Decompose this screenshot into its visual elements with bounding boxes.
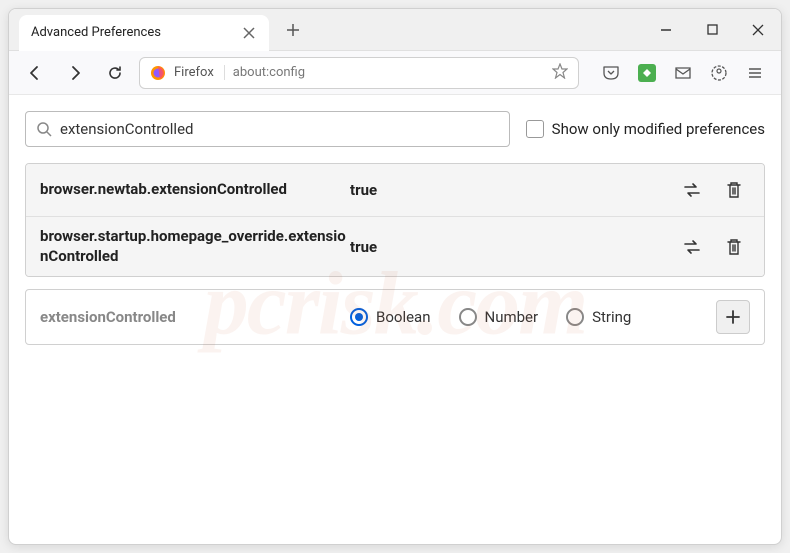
back-button[interactable]: [19, 57, 51, 89]
account-icon[interactable]: [703, 57, 735, 89]
preference-actions: [676, 174, 750, 206]
close-tab-icon[interactable]: [241, 25, 257, 41]
new-preference-name: extensionControlled: [40, 308, 350, 326]
navigation-toolbar: Firefox about:config: [9, 51, 781, 95]
close-window-button[interactable]: [735, 9, 781, 51]
new-tab-button[interactable]: [277, 14, 309, 46]
titlebar: Advanced Preferences: [9, 9, 781, 51]
browser-window: Advanced Preferences: [8, 8, 782, 545]
browser-tab[interactable]: Advanced Preferences: [19, 15, 269, 51]
forward-button[interactable]: [59, 57, 91, 89]
reload-button[interactable]: [99, 57, 131, 89]
preference-name: browser.newtab.extensionControlled: [40, 180, 350, 200]
firefox-logo-icon: [150, 65, 166, 81]
toggle-button[interactable]: [676, 231, 708, 263]
preference-value: true: [350, 238, 676, 256]
preference-row: browser.startup.homepage_override.extens…: [26, 217, 764, 276]
radio-icon: [459, 308, 477, 326]
tab-title: Advanced Preferences: [31, 25, 161, 40]
preference-list: browser.newtab.extensionControlled true …: [25, 163, 765, 277]
type-options: Boolean Number String: [350, 308, 716, 326]
radio-label: Number: [485, 308, 539, 326]
search-icon: [36, 121, 52, 137]
preference-value: true: [350, 181, 676, 199]
show-modified-label: Show only modified preferences: [552, 120, 765, 138]
search-input[interactable]: [60, 120, 499, 138]
radio-number[interactable]: Number: [459, 308, 539, 326]
window-controls: [643, 9, 781, 51]
search-row: Show only modified preferences: [25, 111, 765, 147]
checkbox-icon[interactable]: [526, 120, 544, 138]
search-box[interactable]: [25, 111, 510, 147]
radio-icon: [350, 308, 368, 326]
bookmark-star-icon[interactable]: [552, 63, 568, 83]
preference-row: browser.newtab.extensionControlled true: [26, 164, 764, 217]
maximize-button[interactable]: [689, 9, 735, 51]
pocket-icon[interactable]: [595, 57, 627, 89]
url-identity-label: Firefox: [174, 65, 225, 80]
toolbar-actions: [595, 57, 771, 89]
show-modified-toggle[interactable]: Show only modified preferences: [526, 120, 765, 138]
extension-icon[interactable]: [631, 57, 663, 89]
delete-button[interactable]: [718, 174, 750, 206]
radio-label: String: [592, 308, 631, 326]
menu-button[interactable]: [739, 57, 771, 89]
radio-label: Boolean: [376, 308, 431, 326]
radio-string[interactable]: String: [566, 308, 631, 326]
minimize-button[interactable]: [643, 9, 689, 51]
toggle-button[interactable]: [676, 174, 708, 206]
add-button[interactable]: [716, 300, 750, 334]
mail-icon[interactable]: [667, 57, 699, 89]
page-content: Show only modified preferences browser.n…: [9, 95, 781, 361]
preference-actions: [676, 231, 750, 263]
delete-button[interactable]: [718, 231, 750, 263]
preference-name: browser.startup.homepage_override.extens…: [40, 227, 350, 266]
radio-boolean[interactable]: Boolean: [350, 308, 431, 326]
url-bar[interactable]: Firefox about:config: [139, 57, 579, 89]
radio-icon: [566, 308, 584, 326]
url-text: about:config: [233, 65, 544, 80]
new-preference-row: extensionControlled Boolean Number Strin…: [25, 289, 765, 345]
